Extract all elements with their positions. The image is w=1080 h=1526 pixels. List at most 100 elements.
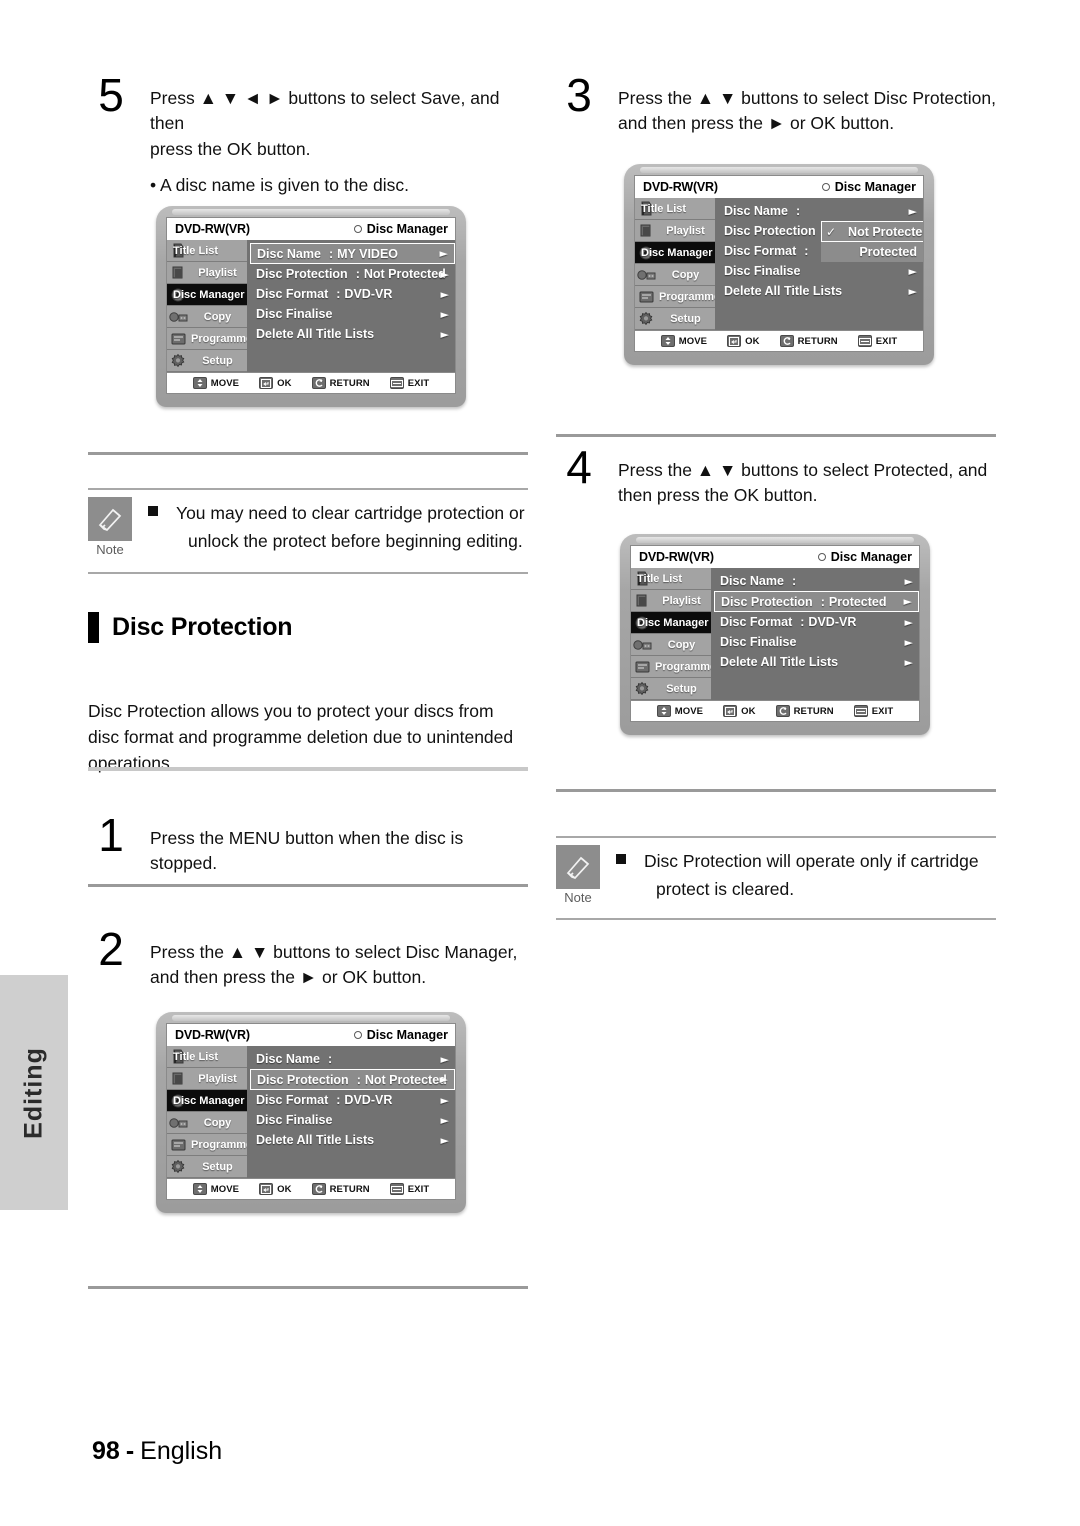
copy-icon bbox=[167, 309, 191, 325]
dropdown-option[interactable]: Protected bbox=[821, 242, 923, 262]
osd-sidebar-item-label: Playlist bbox=[198, 1072, 237, 1085]
osd-menu-row[interactable]: Disc Format: DVD-VR ► bbox=[250, 284, 455, 304]
osd-hint-return: RETURN bbox=[311, 377, 370, 389]
osd-menu-row[interactable]: Delete All Title Lists ► bbox=[714, 652, 919, 672]
osd-sidebar-item-disc-manager[interactable]: Disc Manager bbox=[167, 284, 247, 306]
dropdown-option[interactable]: ✓ Not Protected bbox=[821, 221, 923, 242]
osd-menu-row-value: MY VIDEO bbox=[337, 246, 399, 261]
osd-menu-row[interactable]: Disc Finalise ► bbox=[714, 632, 919, 652]
step-1: 1 Press the MENU button when the disc is… bbox=[88, 812, 528, 877]
osd-menu-row[interactable]: Disc Finalise ► bbox=[250, 304, 455, 324]
osd-sidebar-item-label: Playlist bbox=[662, 594, 701, 607]
osd-sidebar: Title List Playlist Disc Manager Copy Progra… bbox=[635, 198, 715, 330]
divider-right-2 bbox=[556, 789, 996, 792]
setup-icon bbox=[167, 1159, 191, 1175]
osd-menu-row-value: DVD-VR bbox=[344, 1093, 393, 1107]
section-side-tab: Editing bbox=[0, 975, 68, 1210]
osd-sidebar-item-setup[interactable]: Setup bbox=[167, 1156, 247, 1178]
step-4-line1: Press the ▲ ▼ buttons to select Protecte… bbox=[618, 460, 988, 480]
osd-hint-label: RETURN bbox=[329, 1183, 370, 1195]
osd-sidebar-item-playlist[interactable]: Playlist bbox=[631, 590, 711, 612]
osd-menu-row-label: Disc Name bbox=[256, 1052, 320, 1066]
osd-menu-list: Disc Name: ► Disc Protection: Protected ► Dis… bbox=[711, 568, 919, 700]
osd-sidebar: Title List Playlist Disc Manager Copy Progra… bbox=[631, 568, 711, 700]
osd-menu-list: Disc Name: ► Disc Protection: Not Protected… bbox=[247, 1046, 455, 1178]
osd-sidebar-item-setup[interactable]: Setup bbox=[167, 350, 247, 372]
osd-sidebar-item-playlist[interactable]: Playlist bbox=[167, 1068, 247, 1090]
osd-menu-row[interactable]: Disc Format: DVD-VR ► bbox=[714, 612, 919, 632]
osd-menu-row-colon: : bbox=[800, 615, 805, 629]
step-4-line2: then press the OK button. bbox=[618, 485, 818, 506]
footer-dash: - bbox=[125, 1437, 135, 1465]
osd-sidebar-item-playlist[interactable]: Playlist bbox=[635, 220, 715, 242]
osd-sidebar-item-disc-manager[interactable]: Disc Manager bbox=[167, 1090, 247, 1112]
enter-key-icon bbox=[727, 335, 742, 347]
osd-menu-row-value: Not Protected bbox=[364, 1072, 447, 1087]
osd-menu-row-label: Disc Name bbox=[257, 246, 321, 261]
osd-menu-row-label: Disc Protection bbox=[724, 224, 816, 238]
osd-menu-row[interactable]: Delete All Title Lists ► bbox=[250, 324, 455, 344]
osd-sidebar-item-disc-manager[interactable]: Disc Manager bbox=[635, 242, 715, 264]
disc-protection-dropdown[interactable]: ✓ Not Protected Protected bbox=[821, 221, 923, 262]
divider-left-4 bbox=[88, 1286, 528, 1289]
step-5-line2: press the OK button. bbox=[150, 138, 311, 159]
osd-menu-row[interactable]: Disc Format: DVD-VR ► bbox=[250, 1090, 455, 1110]
osd-menu-row-label: Disc Finalise bbox=[724, 264, 801, 278]
osd-sidebar-item-programme[interactable]: Programme bbox=[167, 328, 247, 350]
osd-sidebar-item-copy[interactable]: Copy bbox=[167, 1112, 247, 1134]
osd-menu-row-label: Disc Protection bbox=[257, 1072, 349, 1087]
osd-sidebar-item-playlist[interactable]: Playlist bbox=[167, 262, 247, 284]
osd-menu-row[interactable]: Disc Name: MY VIDEO ► bbox=[250, 243, 455, 264]
footer-language: English bbox=[140, 1437, 223, 1465]
osd-sidebar-item-disc-manager[interactable]: Disc Manager bbox=[631, 612, 711, 634]
osd-menu-row[interactable]: Disc Finalise ► bbox=[718, 261, 923, 281]
osd-menu-row-label: Disc Name bbox=[720, 574, 784, 588]
osd-hint-return: RETURN bbox=[779, 335, 838, 347]
osd-sidebar-item-copy[interactable]: Copy bbox=[635, 264, 715, 286]
osd-menu-row[interactable]: Disc Protection: Not Protected ► bbox=[250, 1069, 455, 1090]
osd-sidebar-item-copy[interactable]: Copy bbox=[167, 306, 247, 328]
chevron-right-icon: ► bbox=[440, 267, 449, 281]
osd-menu-row[interactable]: Disc Finalise ► bbox=[250, 1110, 455, 1130]
osd-sidebar-item-title-list[interactable]: Title List bbox=[167, 1046, 247, 1068]
step-1-line2: stopped. bbox=[150, 853, 218, 874]
osd-sidebar-item-label: Programme bbox=[191, 332, 247, 345]
osd-menu-row-label: Disc Format bbox=[720, 615, 793, 629]
dpad-updown-icon bbox=[192, 377, 207, 389]
osd-sidebar-item-copy[interactable]: Copy bbox=[631, 634, 711, 656]
playlist-icon bbox=[167, 265, 191, 281]
osd-bottom-bar: MOVE OK RETURN EXIT bbox=[167, 372, 455, 393]
osd-menu-row[interactable]: Disc Protection: Not Protected ► bbox=[250, 264, 455, 284]
osd-menu-row[interactable]: Disc Name: ► bbox=[714, 571, 919, 591]
osd-sidebar-item-programme[interactable]: Programme bbox=[167, 1134, 247, 1156]
note-right-top-rule bbox=[556, 836, 996, 838]
osd-menu-row[interactable]: Delete All Title Lists ► bbox=[718, 281, 923, 301]
osd-hint-label: MOVE bbox=[674, 705, 704, 717]
osd-hint-move: MOVE bbox=[192, 1183, 239, 1195]
osd-sidebar-item-label: Playlist bbox=[666, 224, 705, 237]
osd-menu-row[interactable]: Disc Protection: Protected ► bbox=[714, 591, 919, 612]
osd-sidebar-item-setup[interactable]: Setup bbox=[635, 308, 715, 330]
tv-bezel: DVD-RW(VR) Disc Manager Title List Playli… bbox=[624, 164, 934, 365]
osd-hint-label: OK bbox=[745, 335, 760, 347]
osd-menu-row[interactable]: Disc Name: ► bbox=[250, 1049, 455, 1069]
osd-hint-ok: OK bbox=[259, 377, 291, 389]
osd-screen-3: DVD-RW(VR) Disc Manager Title List Playli… bbox=[624, 164, 934, 365]
osd-sidebar-item-title-list[interactable]: Title List bbox=[635, 198, 715, 220]
step-5-number: 5 bbox=[98, 69, 124, 121]
osd-sidebar-item-title-list[interactable]: Title List bbox=[167, 240, 247, 262]
osd-sidebar-item-label: Title List bbox=[173, 244, 219, 257]
step-5: 5 Press ▲ ▼ ◄ ► buttons to select Save, … bbox=[88, 72, 528, 199]
osd-menu-row[interactable]: Delete All Title Lists ► bbox=[250, 1130, 455, 1150]
playlist-icon bbox=[635, 223, 659, 239]
osd-sidebar-item-setup[interactable]: Setup bbox=[631, 678, 711, 700]
osd-menu-row[interactable]: Disc Name: ► bbox=[718, 201, 923, 221]
divider-left-2 bbox=[88, 767, 528, 771]
osd-sidebar-item-programme[interactable]: Programme bbox=[635, 286, 715, 308]
osd-sidebar-item-title-list[interactable]: Title List bbox=[631, 568, 711, 590]
note-right-line1: Disc Protection will operate only if car… bbox=[644, 851, 979, 871]
osd-title-bar: DVD-RW(VR) Disc Manager bbox=[631, 546, 919, 568]
osd-sidebar-item-programme[interactable]: Programme bbox=[631, 656, 711, 678]
section-accent-bar bbox=[88, 612, 99, 643]
chevron-right-icon: ► bbox=[904, 574, 913, 588]
